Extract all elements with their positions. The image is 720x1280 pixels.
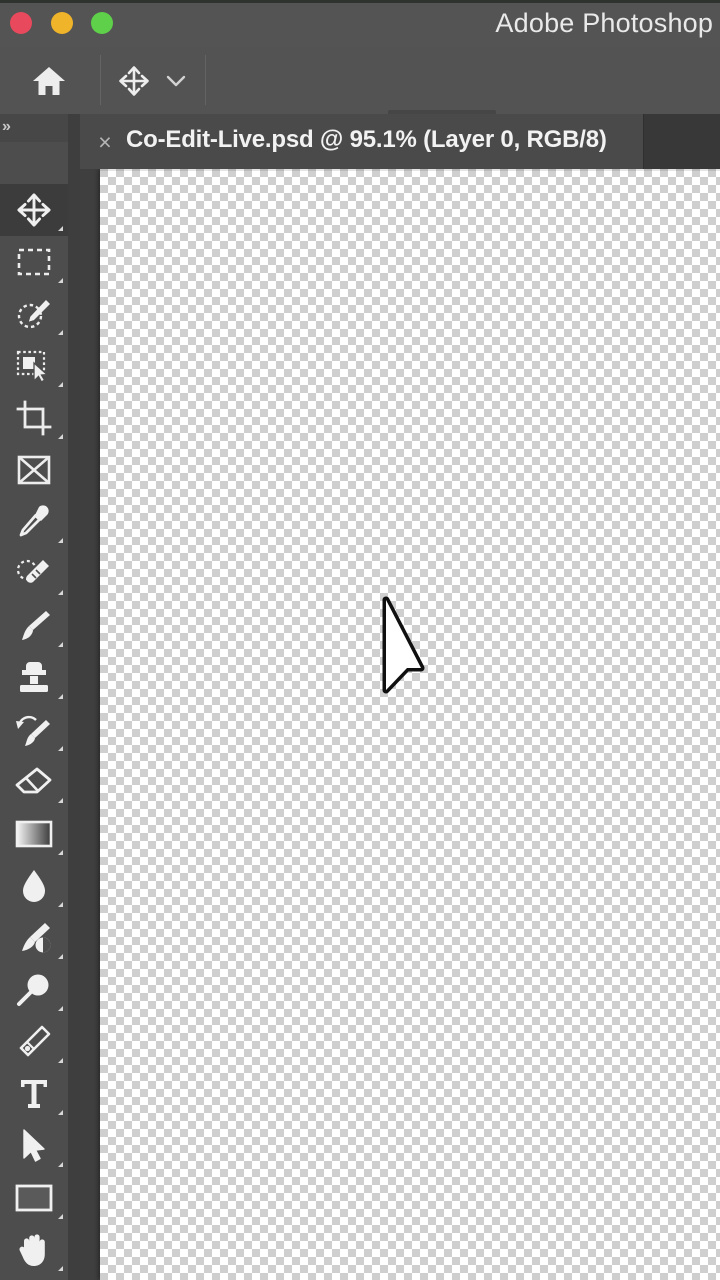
tool-more-indicator (58, 382, 63, 387)
path-selection-tool-icon (23, 1129, 45, 1162)
tool-object-selection-tool[interactable] (0, 340, 68, 392)
tool-brush-tool[interactable] (0, 600, 68, 652)
transparent-layer-checkerboard (100, 169, 720, 1280)
tool-more-indicator (58, 850, 63, 855)
minimize-window-button[interactable] (51, 12, 73, 34)
tool-rectangle-tool[interactable] (0, 1172, 68, 1224)
tool-more-indicator (58, 1058, 63, 1063)
tools-column: » (0, 114, 80, 1280)
dodge-tool-icon (22, 923, 51, 953)
tool-more-indicator (58, 434, 63, 439)
tool-quick-selection-tool[interactable] (0, 288, 68, 340)
document-tab-title: Co-Edit-Live.psd @ 95.1% (Layer 0, RGB/8… (126, 126, 607, 153)
window-title-bar: Adobe Photoshop ( (0, 0, 720, 47)
tool-more-indicator (58, 1110, 63, 1115)
maximize-window-button[interactable] (91, 12, 113, 34)
eyedropper-tool-icon (19, 505, 49, 537)
app-title: Adobe Photoshop ( (495, 8, 720, 38)
tool-hand-tool[interactable] (0, 1224, 68, 1276)
tool-pen-tool[interactable] (0, 1016, 68, 1068)
document-canvas[interactable] (80, 169, 720, 1280)
tool-more-indicator (58, 746, 63, 751)
history-brush-tool-icon (16, 715, 50, 746)
spot-healing-brush-tool-icon (16, 559, 49, 583)
brush-tool-icon (22, 611, 50, 640)
document-tab-co-edit-live[interactable]: × Co-Edit-Live.psd @ 95.1% (Layer 0, RGB… (80, 114, 644, 169)
move-tool-icon[interactable] (112, 61, 156, 101)
tool-dodge-tool[interactable] (0, 912, 68, 964)
title-bar-top-edge (0, 0, 720, 3)
tool-panel (0, 184, 68, 1280)
pen-tool-icon (19, 1025, 51, 1057)
tool-more-indicator (58, 226, 63, 231)
blur-tool-icon (23, 870, 45, 902)
move-tool-icon (17, 193, 51, 227)
eraser-tool-icon (15, 767, 52, 794)
tool-frame-tool[interactable] (0, 444, 68, 496)
zoom-tool-icon (17, 974, 49, 1006)
tool-blur-tool[interactable] (0, 860, 68, 912)
tool-crop-tool[interactable] (0, 392, 68, 444)
tool-spot-healing-brush-tool[interactable] (0, 548, 68, 600)
crop-tool-icon (16, 400, 52, 436)
gradient-tool-icon (15, 820, 53, 848)
tool-more-indicator (58, 798, 63, 803)
tool-more-indicator (58, 330, 63, 335)
tool-move-tool[interactable] (0, 184, 68, 236)
tool-more-indicator (58, 1006, 63, 1011)
tool-path-selection-tool[interactable] (0, 1120, 68, 1172)
rectangular-marquee-tool-icon (17, 248, 51, 276)
tool-more-indicator (58, 954, 63, 959)
tool-rectangular-marquee-tool[interactable] (0, 236, 68, 288)
tool-more-indicator (58, 642, 63, 647)
tool-zoom-tool[interactable] (0, 964, 68, 1016)
options-bar: Auto-Select: Layer Show Transform (0, 47, 720, 146)
tool-more-indicator (58, 1162, 63, 1167)
tool-more-indicator (58, 694, 63, 699)
tool-panel-header (0, 142, 68, 184)
options-divider-1 (100, 55, 101, 105)
close-tab-icon[interactable]: × (94, 131, 116, 154)
object-selection-tool-icon (16, 350, 49, 383)
tool-eraser-tool[interactable] (0, 756, 68, 808)
tool-clone-stamp-tool[interactable] (0, 652, 68, 704)
tool-more-indicator (58, 278, 63, 283)
canvas-top-edge (100, 169, 720, 171)
clone-stamp-tool-icon (20, 662, 48, 692)
tool-eyedropper-tool[interactable] (0, 496, 68, 548)
tool-panel-edge (68, 114, 80, 1280)
tool-more-indicator (58, 538, 63, 543)
tool-preset-chevron-down-icon[interactable] (163, 69, 189, 93)
tool-type-tool[interactable] (0, 1068, 68, 1120)
photoshop-window: Adobe Photoshop (× Co-Edit-Live.psd @ 9… (0, 0, 720, 1280)
rectangle-tool-icon (15, 1184, 53, 1212)
close-window-button[interactable] (10, 12, 32, 34)
hand-tool-icon (19, 1234, 45, 1266)
tool-more-indicator (58, 1214, 63, 1219)
expand-panels-icon[interactable]: » (2, 116, 30, 138)
tool-more-indicator (58, 902, 63, 907)
tool-more-indicator (58, 1266, 63, 1271)
tool-more-indicator (58, 590, 63, 595)
home-button[interactable] (27, 61, 71, 101)
type-tool-icon (21, 1080, 47, 1108)
frame-tool-icon (17, 455, 51, 485)
quick-selection-tool-icon (17, 300, 50, 329)
tool-gradient-tool[interactable] (0, 808, 68, 860)
document-tab-bar: × Co-Edit-Live.psd @ 95.1% (Layer 0, RGB… (80, 114, 720, 169)
options-divider-2 (205, 55, 206, 105)
tool-history-brush-tool[interactable] (0, 704, 68, 756)
